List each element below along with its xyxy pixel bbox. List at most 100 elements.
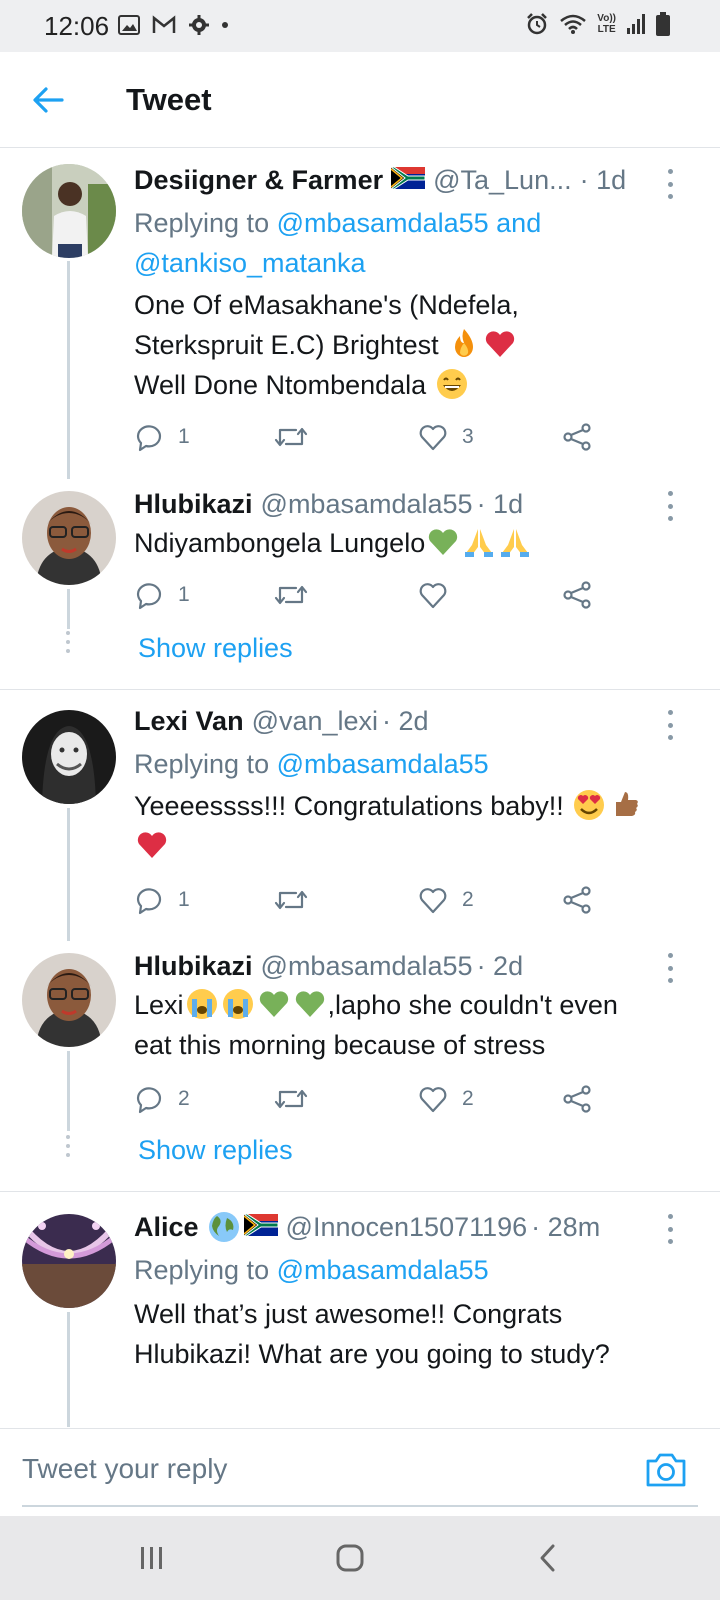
arrow-left-icon bbox=[33, 87, 64, 113]
wifi-icon bbox=[560, 14, 587, 34]
avatar[interactable] bbox=[22, 710, 116, 804]
dot-icon bbox=[222, 22, 228, 28]
mention-link[interactable]: @mbasamdala55 bbox=[277, 1255, 489, 1285]
retweet-icon bbox=[274, 585, 308, 605]
battery-icon bbox=[656, 12, 670, 36]
more-options-button[interactable] bbox=[660, 491, 680, 521]
tweet-header: Lexi Van @van_lexi · 2d bbox=[134, 706, 660, 737]
reply-icon bbox=[136, 1087, 162, 1114]
reply-button[interactable]: 1 bbox=[134, 882, 190, 918]
mention-link[interactable]: @mbasamdala55 bbox=[277, 749, 489, 779]
avatar[interactable] bbox=[22, 491, 116, 585]
south-africa-flag-icon bbox=[389, 165, 426, 196]
like-count: 2 bbox=[462, 888, 474, 911]
share-button[interactable] bbox=[562, 577, 592, 613]
tweet-header: Alice @Innocen15071196 · 28m bbox=[134, 1210, 660, 1244]
replies-feed[interactable]: Desiigner & Farmer @Ta_Lun... · 1d Reply… bbox=[0, 149, 720, 1427]
reply-count: 2 bbox=[178, 1087, 190, 1110]
show-replies-link[interactable]: Show replies bbox=[138, 633, 293, 664]
share-icon bbox=[563, 1085, 591, 1113]
camera-button[interactable] bbox=[644, 1449, 688, 1489]
tweet-item[interactable]: Desiigner & Farmer @Ta_Lun... · 1d Reply… bbox=[0, 149, 720, 479]
recent-apps-icon bbox=[141, 1547, 162, 1569]
home-icon bbox=[336, 1544, 364, 1572]
avatar[interactable] bbox=[22, 953, 116, 1047]
reply-bar bbox=[0, 1428, 720, 1516]
like-count: 3 bbox=[462, 425, 474, 448]
like-button[interactable]: 2 bbox=[418, 1081, 474, 1117]
heart-icon bbox=[419, 425, 447, 451]
like-button[interactable]: 3 bbox=[418, 419, 474, 455]
status-left-icons bbox=[118, 14, 228, 36]
more-options-button[interactable] bbox=[660, 953, 680, 983]
tweet-time: · 28m bbox=[531, 1211, 601, 1242]
tweet-actions: 1 2 bbox=[134, 882, 614, 918]
retweet-button[interactable] bbox=[274, 882, 322, 918]
status-time: 12:06 bbox=[44, 11, 110, 41]
thread-dots bbox=[66, 631, 71, 658]
crying-face-emoji-icon bbox=[222, 989, 253, 1019]
user-handle[interactable]: @mbasamdala55 bbox=[261, 489, 473, 520]
reply-button[interactable]: 1 bbox=[134, 577, 190, 613]
gmail-icon bbox=[152, 15, 176, 33]
retweet-button[interactable] bbox=[274, 1081, 322, 1117]
avatar[interactable] bbox=[22, 164, 116, 258]
more-options-button[interactable] bbox=[660, 1214, 680, 1244]
user-handle[interactable]: @Innocen15071196 bbox=[286, 1212, 528, 1243]
more-options-button[interactable] bbox=[660, 710, 680, 740]
mention-link[interactable]: @tankiso_matanka bbox=[134, 248, 366, 278]
share-button[interactable] bbox=[562, 1081, 592, 1117]
user-handle[interactable]: @van_lexi bbox=[252, 706, 378, 737]
thread-line bbox=[67, 261, 70, 479]
display-name[interactable]: Desiigner & Farmer bbox=[134, 165, 383, 196]
like-button[interactable] bbox=[418, 577, 462, 613]
retweet-icon bbox=[274, 1089, 308, 1109]
like-button[interactable]: 2 bbox=[418, 882, 474, 918]
share-button[interactable] bbox=[562, 882, 592, 918]
share-button[interactable] bbox=[562, 419, 592, 455]
south-africa-flag-icon bbox=[242, 1212, 279, 1243]
display-name[interactable]: Alice bbox=[134, 1212, 199, 1243]
avatar[interactable] bbox=[22, 1214, 116, 1308]
globe-emoji-icon bbox=[208, 1212, 239, 1242]
tweet-time: · 1d bbox=[579, 165, 627, 195]
camera-icon bbox=[646, 1453, 686, 1487]
tweet-item[interactable]: Lexi Van @van_lexi · 2d Replying to @mba… bbox=[0, 690, 720, 941]
display-name[interactable]: Hlubikazi bbox=[134, 489, 253, 520]
replying-to: Replying to @mbasamdala55 bbox=[134, 1255, 489, 1285]
fire-emoji-icon bbox=[455, 329, 474, 357]
back-nav-button[interactable] bbox=[528, 1538, 568, 1578]
reply-button[interactable]: 1 bbox=[134, 419, 190, 455]
thread-dots bbox=[66, 1135, 71, 1162]
display-name[interactable]: Lexi Van bbox=[134, 706, 244, 737]
user-handle[interactable]: @Ta_Lun... bbox=[433, 165, 572, 196]
tweet-header: Hlubikazi @mbasamdala55 · 2d bbox=[134, 951, 660, 982]
recent-apps-button[interactable] bbox=[132, 1538, 172, 1578]
heart-icon bbox=[419, 888, 447, 914]
tweet-item[interactable]: Hlubikazi @mbasamdala55 · 2d Lexi ,lapho … bbox=[0, 941, 720, 1191]
folded-hands-emoji-icon bbox=[465, 529, 494, 557]
retweet-button[interactable] bbox=[274, 419, 322, 455]
tweet-reply-input[interactable] bbox=[22, 1447, 622, 1491]
tweet-item[interactable]: Hlubikazi @mbasamdala55 · 1d Ndiyambonge… bbox=[0, 479, 720, 689]
tweet-item[interactable]: Alice @Innocen15071196 · 28m Replying to… bbox=[0, 1192, 720, 1427]
tweet-actions: 1 bbox=[134, 577, 614, 613]
volte-icon: Vo)) LTE bbox=[597, 13, 616, 35]
tweet-text: Ndiyambongela Lungelo bbox=[134, 523, 686, 563]
back-button[interactable] bbox=[28, 80, 68, 120]
reply-count: 1 bbox=[178, 425, 190, 448]
heart-icon bbox=[419, 1087, 447, 1113]
settings-icon bbox=[189, 15, 209, 35]
mention-and[interactable]: and bbox=[496, 208, 541, 238]
reply-button[interactable]: 2 bbox=[134, 1081, 190, 1117]
mention-link[interactable]: @mbasamdala55 bbox=[277, 208, 489, 238]
retweet-button[interactable] bbox=[274, 577, 322, 613]
more-options-button[interactable] bbox=[660, 169, 680, 199]
user-handle[interactable]: @mbasamdala55 bbox=[261, 951, 473, 982]
show-replies-link[interactable]: Show replies bbox=[138, 1135, 293, 1166]
display-name[interactable]: Hlubikazi bbox=[134, 951, 253, 982]
share-icon bbox=[563, 886, 591, 914]
home-button[interactable] bbox=[330, 1538, 370, 1578]
green-heart-emoji-icon bbox=[295, 991, 324, 1017]
tweet-time: · 2d bbox=[382, 706, 429, 736]
